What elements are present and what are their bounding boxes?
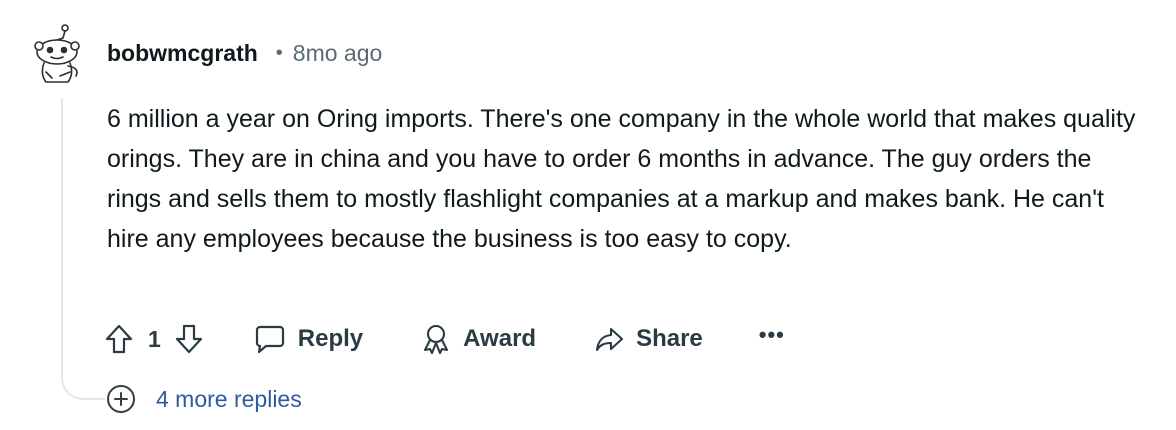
vote-group: 1 [104, 323, 204, 355]
speech-bubble-icon [255, 325, 284, 354]
comment-body: 6 million a year on Oring imports. There… [107, 105, 1136, 253]
share-label: Share [636, 325, 703, 352]
downvote-button[interactable] [174, 323, 204, 355]
meta-separator: • [275, 42, 283, 64]
avatar[interactable] [30, 22, 88, 88]
share-button[interactable]: Share [594, 324, 703, 354]
more-options-button[interactable]: ••• [759, 322, 785, 356]
comment-meta: bobwmcgrath • 8mo ago [107, 38, 382, 68]
arrow-up-icon [105, 324, 133, 354]
award-label: Award [463, 325, 537, 352]
comment-actions: 1 Reply Award Share ••• [104, 318, 785, 360]
plus-icon [114, 392, 128, 406]
arrow-down-icon [175, 324, 202, 354]
award-ribbon-icon [424, 324, 449, 355]
upvote-button[interactable] [104, 323, 134, 355]
more-replies-label: 4 more replies [156, 385, 302, 412]
reply-button[interactable]: Reply [254, 324, 363, 354]
thread-connector [61, 368, 105, 400]
snoo-avatar-icon [34, 24, 80, 83]
more-replies-button[interactable]: 4 more replies [107, 385, 302, 413]
thread-line [61, 98, 63, 378]
plus-circle-icon [107, 385, 135, 413]
username-link[interactable]: bobwmcgrath [107, 38, 258, 68]
timestamp[interactable]: 8mo ago [293, 38, 383, 68]
award-button[interactable]: Award [421, 323, 536, 355]
reply-label: Reply [297, 325, 364, 352]
share-arrow-icon [596, 327, 624, 352]
vote-score: 1 [148, 325, 161, 352]
